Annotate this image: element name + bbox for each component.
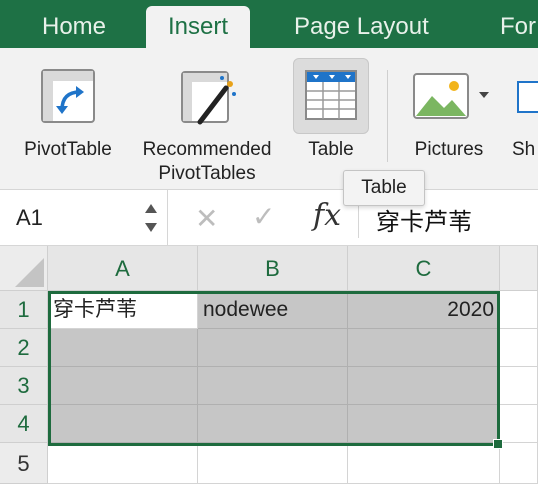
cell-d2[interactable]	[500, 329, 538, 367]
row-header-2[interactable]: 2	[0, 329, 48, 367]
table-icon	[305, 70, 357, 120]
cell-c5[interactable]	[348, 443, 500, 484]
cell-c4[interactable]	[348, 405, 500, 443]
column-header-c[interactable]: C	[348, 246, 500, 291]
ribbon-group-separator	[387, 70, 388, 162]
cell-c2[interactable]	[348, 329, 500, 367]
pivot-table-icon	[41, 69, 95, 123]
chevron-down-icon[interactable]	[478, 90, 490, 100]
worksheet-grid: A B C 1 2 3 4 5 穿卡芦苇 nodewee 2020	[0, 246, 538, 484]
shapes-icon	[517, 81, 538, 113]
tab-page-layout[interactable]: Page Layout	[294, 6, 429, 48]
recommended-label-line1: Recommended	[142, 139, 272, 160]
pictures-icon	[413, 73, 469, 119]
recommended-pivot-tables-button[interactable]: Recommended PivotTables	[132, 68, 282, 186]
tab-insert[interactable]: Insert	[146, 6, 251, 48]
tab-formulas[interactable]: For	[500, 6, 536, 48]
tab-home[interactable]: Home	[42, 6, 106, 48]
formula-input[interactable]: 穿卡芦苇	[376, 202, 472, 237]
pivot-table-button[interactable]: PivotTable	[14, 68, 122, 186]
row-header-4[interactable]: 4	[0, 405, 48, 443]
insert-function-icon[interactable]: fx	[313, 198, 341, 233]
cell-b3[interactable]	[198, 367, 348, 405]
cell-b4[interactable]	[198, 405, 348, 443]
pictures-button[interactable]: Pictures	[404, 68, 494, 186]
name-box-stepper-icon[interactable]	[142, 198, 160, 238]
column-header-b[interactable]: B	[198, 246, 348, 291]
pictures-label: Pictures	[414, 139, 484, 160]
row-header-3[interactable]: 3	[0, 367, 48, 405]
row-header-5[interactable]: 5	[0, 443, 48, 484]
cell-d5[interactable]	[500, 443, 538, 484]
select-all-icon	[15, 258, 44, 287]
cell-d4[interactable]	[500, 405, 538, 443]
shapes-button[interactable]: Sh	[510, 68, 538, 186]
column-header-d[interactable]	[500, 246, 538, 291]
cell-c1[interactable]: 2020	[348, 291, 500, 329]
ribbon-tab-bar: Home Insert Page Layout For	[0, 0, 538, 48]
ribbon-insert-panel: PivotTable Recommended PivotTables Table…	[0, 48, 538, 190]
cell-b2[interactable]	[198, 329, 348, 367]
cell-a4[interactable]	[48, 405, 198, 443]
cell-a5[interactable]	[48, 443, 198, 484]
row-header-1[interactable]: 1	[0, 291, 48, 329]
table-tooltip: Table	[343, 170, 425, 206]
cell-c3[interactable]	[348, 367, 500, 405]
enter-check-icon[interactable]: ✓	[252, 200, 275, 233]
cell-a2[interactable]	[48, 329, 198, 367]
column-header-a[interactable]: A	[48, 246, 198, 291]
fill-handle[interactable]	[493, 439, 503, 449]
table-button[interactable]	[293, 58, 369, 134]
cell-d3[interactable]	[500, 367, 538, 405]
pivot-table-label: PivotTable	[24, 139, 112, 160]
name-box[interactable]: A1	[0, 190, 168, 246]
cell-a3[interactable]	[48, 367, 198, 405]
table-label: Table	[308, 139, 354, 160]
select-all-corner[interactable]	[0, 246, 48, 291]
cell-b1[interactable]: nodewee	[198, 291, 348, 329]
cell-d1[interactable]	[500, 291, 538, 329]
name-box-value: A1	[16, 205, 43, 230]
cell-b5[interactable]	[198, 443, 348, 484]
cell-a1[interactable]: 穿卡芦苇	[48, 291, 198, 329]
cancel-icon[interactable]: ✕	[195, 202, 218, 235]
formula-bar: A1 ✕ ✓ fx 穿卡芦苇	[0, 190, 538, 246]
recommended-label-line2: PivotTables	[158, 163, 256, 184]
recommended-pivot-icon	[181, 71, 236, 125]
shapes-label: Sh	[512, 139, 536, 160]
